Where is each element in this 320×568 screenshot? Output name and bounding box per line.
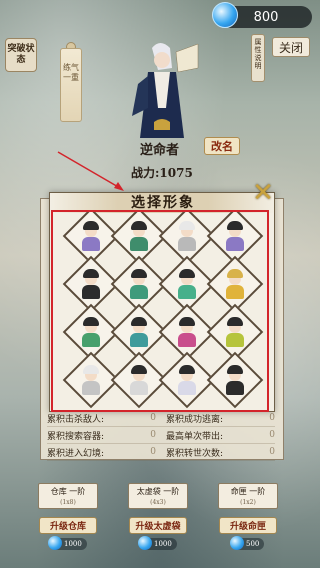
upgrade-cost: 1000 (138, 536, 177, 550)
upgrade-taixu-bag-button[interactable]: 升级太虚袋 (129, 517, 187, 534)
storage-name: 命匣 一阶 (230, 487, 266, 496)
upgrade-life-box-button[interactable]: 升级命匣 (219, 517, 277, 534)
storage-name: 太虚袋 一阶 (136, 487, 180, 496)
spirit-stone-icon (138, 536, 152, 550)
spirit-stone-icon (230, 536, 244, 550)
upgrade-warehouse-button[interactable]: 升级仓库 (39, 517, 97, 534)
storage-name: 仓库 一阶 (50, 487, 86, 496)
cost-value: 1000 (64, 540, 82, 548)
storage-life-box: 命匣 一阶 (1x2) (218, 483, 278, 509)
storage-capacity: (1x8) (60, 499, 76, 506)
storage-warehouse: 仓库 一阶 (1x8) (38, 483, 98, 509)
storage-taixu-bag: 太虚袋 一阶 (4x3) (128, 483, 188, 509)
upgrade-cost: 500 (230, 536, 265, 550)
cost-value: 500 (246, 540, 260, 548)
upgrade-cost: 1000 (48, 536, 87, 550)
cost-value: 1000 (154, 540, 172, 548)
spirit-stone-icon (48, 536, 62, 550)
storage-capacity: (1x2) (240, 499, 256, 506)
storage-capacity: (4x3) (150, 499, 166, 506)
